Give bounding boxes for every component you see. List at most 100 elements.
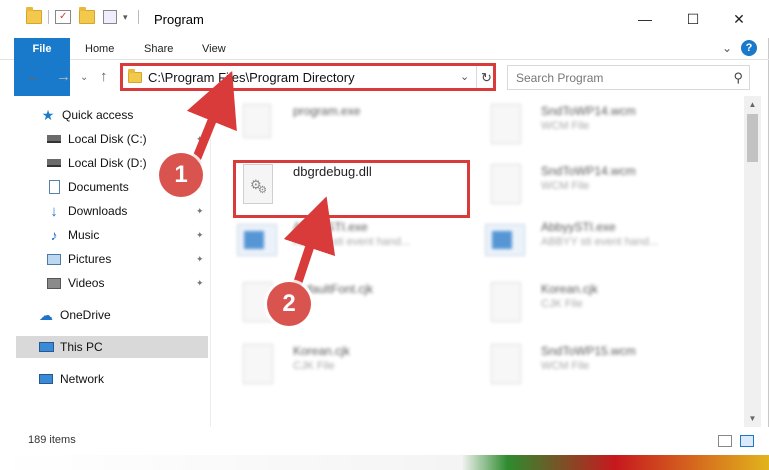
maximize-button[interactable]: ☐ [678, 8, 708, 30]
recent-locations-button[interactable]: ⌄ [80, 72, 88, 83]
file-icon [491, 282, 521, 322]
scroll-up-icon[interactable]: ▲ [744, 96, 761, 113]
file-name: SndToWP14.wcm [541, 104, 636, 118]
expand-ribbon-icon[interactable]: ⌄ [722, 41, 732, 55]
file-item[interactable]: SndToWP15.wcm WCM File [469, 338, 714, 396]
item-count: 189 items [28, 434, 76, 446]
forward-button[interactable]: → [56, 68, 71, 85]
download-icon: ↓ [50, 202, 58, 220]
documents-icon [46, 179, 62, 195]
file-name: SndToWP14.wcm [541, 164, 636, 178]
file-name: AbbyySTI.exe [293, 220, 368, 234]
file-highlight [233, 160, 470, 218]
pin-icon[interactable]: ✦ [196, 134, 204, 145]
computer-icon [38, 339, 54, 355]
network-icon [38, 371, 54, 387]
file-type: CJK File [541, 298, 583, 310]
sidebar-item-label: Documents [68, 180, 129, 194]
file-item[interactable]: Korean.cjk CJK File [221, 338, 466, 396]
pin-icon[interactable]: ✦ [196, 230, 204, 241]
sidebar-item-music[interactable]: ♪ Music ✦ [0, 224, 208, 246]
folder-icon [26, 7, 42, 24]
file-type: ABBYY sti event hand... [541, 236, 659, 248]
toolbar-divider [137, 10, 139, 24]
pin-icon[interactable]: ✦ [196, 254, 204, 265]
pin-icon[interactable]: ✦ [196, 206, 204, 217]
details-view-icon[interactable] [718, 435, 732, 447]
file-item[interactable]: SndToWP14.wcm WCM File [469, 158, 714, 216]
window-title: Program [154, 12, 204, 27]
title-bar: ✓ ▾ Program — ☐ ✕ [0, 0, 769, 38]
file-type: ABBYY sti event hand... [293, 236, 411, 248]
vertical-scrollbar[interactable]: ▲ ▼ [744, 96, 761, 427]
sidebar-item-label: Videos [68, 276, 105, 290]
drive-icon [46, 131, 62, 147]
file-item[interactable]: program.exe [221, 98, 466, 156]
sidebar-item-local-disk-c[interactable]: Local Disk (C:) ✦ [0, 128, 208, 150]
file-name: Korean.cjk [541, 282, 598, 296]
scroll-thumb[interactable] [747, 114, 758, 162]
ribbon: File Home Share View ⌄ ? [0, 38, 769, 96]
sidebar-item-label: OneDrive [60, 308, 111, 322]
large-icons-view-icon[interactable] [740, 435, 754, 447]
file-item[interactable]: AbbyySTI.exe ABBYY sti event hand... [469, 214, 714, 272]
pin-icon[interactable]: ✦ [196, 278, 204, 289]
sidebar-item-downloads[interactable]: ↓ Downloads ✦ [0, 200, 208, 222]
file-item[interactable]: AbbyySTI.exe ABBYY sti event hand... [221, 214, 466, 272]
desktop-background [0, 455, 769, 470]
file-name: SndToWP15.wcm [541, 344, 636, 358]
tab-share[interactable]: Share [144, 38, 173, 60]
videos-icon [46, 275, 62, 291]
file-name: AbbyySTI.exe [541, 220, 616, 234]
tab-home[interactable]: Home [85, 38, 114, 60]
scroll-down-icon[interactable]: ▼ [744, 410, 761, 427]
search-placeholder: Search Program [516, 71, 604, 85]
file-type: WCM File [541, 360, 590, 372]
navigation-pane: ★ Quick access Local Disk (C:) ✦ Local D… [0, 96, 210, 427]
sidebar-item-pictures[interactable]: Pictures ✦ [0, 248, 208, 270]
pictures-icon [46, 251, 62, 267]
customize-dropdown-icon[interactable]: ▾ [123, 12, 128, 23]
sidebar-item-label: This PC [60, 340, 103, 354]
sidebar-item-label: Pictures [68, 252, 112, 266]
file-icon [491, 104, 521, 144]
sidebar-item-quick-access[interactable]: ★ Quick access [0, 104, 208, 126]
file-list: program.exe ⚙ ⚙ dbgrdebug.dll AbbyySTI.e… [211, 96, 744, 427]
exe-file-icon [243, 104, 271, 138]
new-folder-icon[interactable] [79, 7, 95, 24]
step-2-badge: 2 [267, 282, 311, 326]
properties-icon[interactable]: ✓ [55, 10, 71, 24]
file-item[interactable]: DefaultFont.cjk [221, 276, 466, 334]
file-icon [243, 344, 273, 384]
file-type: WCM File [541, 180, 590, 192]
file-item[interactable]: SndToWP14.wcm WCM File [469, 98, 714, 156]
close-button[interactable]: ✕ [724, 8, 754, 30]
search-icon[interactable]: ⚲ [733, 70, 743, 86]
sidebar-item-this-pc[interactable]: This PC [16, 336, 208, 358]
cloud-icon: ☁ [39, 306, 53, 323]
file-icon [491, 164, 521, 204]
drive-icon [46, 155, 62, 171]
search-input[interactable]: Search Program ⚲ [507, 65, 750, 90]
file-name: program.exe [293, 104, 361, 118]
address-highlight [120, 63, 496, 91]
tab-view[interactable]: View [202, 38, 226, 60]
up-button[interactable]: ↑ [100, 68, 108, 85]
sidebar-item-label: Network [60, 372, 105, 386]
file-icon [491, 344, 521, 384]
toolbar-divider [48, 10, 49, 24]
sidebar-item-network[interactable]: Network [0, 368, 208, 390]
help-icon[interactable]: ? [741, 40, 757, 56]
file-item[interactable]: Korean.cjk CJK File [469, 276, 714, 334]
sidebar-item-label: Local Disk (D:) [68, 156, 147, 170]
sidebar-item-label: Local Disk (C:) [68, 132, 147, 146]
minimize-button[interactable]: — [630, 8, 660, 30]
sidebar-item-label: Downloads [68, 204, 128, 218]
sidebar-item-label: Music [68, 228, 100, 242]
quick-access-toolbar: ✓ ▾ [26, 7, 139, 24]
sidebar-item-videos[interactable]: Videos ✦ [0, 272, 208, 294]
view-menu-icon[interactable] [103, 10, 117, 24]
step-1-badge: 1 [159, 153, 203, 197]
back-button[interactable]: ← [26, 68, 41, 85]
sidebar-item-onedrive[interactable]: ☁ OneDrive [0, 304, 208, 326]
